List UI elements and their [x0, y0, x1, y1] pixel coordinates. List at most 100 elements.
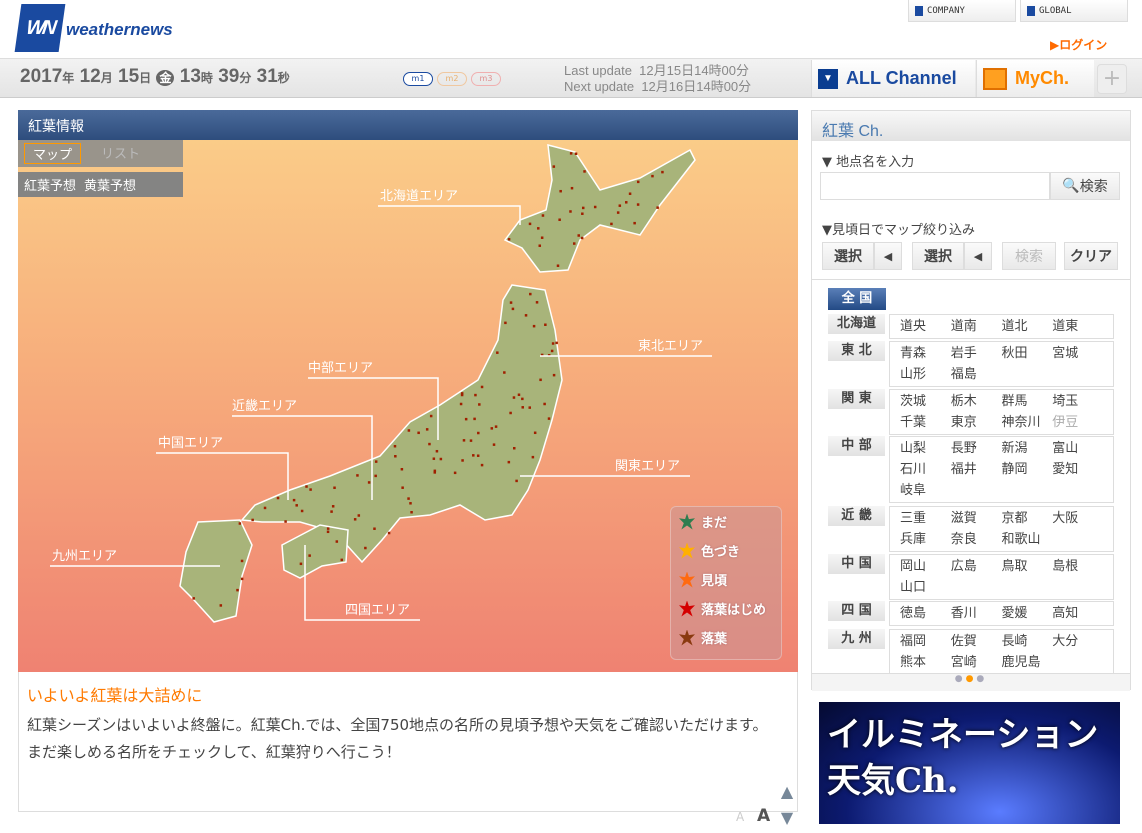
spot-marker[interactable] — [364, 546, 367, 550]
spot-marker[interactable] — [356, 474, 359, 477]
spot-marker[interactable] — [240, 559, 244, 563]
mode-m1-button[interactable]: m1 — [403, 72, 433, 86]
spot-marker[interactable] — [524, 314, 528, 317]
mych-button[interactable]: MyCh. — [976, 60, 1094, 97]
spot-marker[interactable] — [552, 165, 556, 168]
spot-marker[interactable] — [492, 443, 496, 446]
spot-marker[interactable] — [464, 417, 468, 421]
prefecture-link[interactable]: 兵庫 — [900, 529, 951, 550]
spot-marker[interactable] — [535, 301, 539, 304]
prefecture-link[interactable]: 広島 — [951, 556, 1002, 577]
spot-marker[interactable] — [625, 201, 628, 204]
prefecture-link[interactable]: 長野 — [951, 438, 1002, 459]
spot-marker[interactable] — [628, 192, 632, 195]
spot-marker[interactable] — [572, 242, 576, 245]
spot-marker[interactable] — [461, 459, 464, 462]
scroll-up-button[interactable]: ▲ — [777, 782, 797, 802]
area-label[interactable]: 中部エリア — [308, 361, 373, 376]
prefecture-link[interactable]: 石川 — [900, 459, 951, 480]
prefecture-link[interactable]: 島根 — [1052, 556, 1103, 577]
spot-marker[interactable] — [581, 206, 585, 210]
island-kyushu[interactable] — [179, 519, 253, 623]
spot-marker[interactable] — [480, 385, 484, 389]
spot-marker[interactable] — [428, 442, 431, 446]
spot-marker[interactable] — [541, 214, 545, 217]
prefecture-link[interactable]: 道央 — [900, 316, 951, 337]
spot-marker[interactable] — [367, 481, 371, 484]
spot-marker[interactable] — [490, 427, 494, 430]
spot-marker[interactable] — [496, 351, 499, 354]
prefecture-link[interactable]: 和歌山 — [1002, 529, 1053, 550]
spot-marker[interactable] — [299, 562, 303, 566]
spot-marker[interactable] — [552, 373, 556, 377]
spot-marker[interactable] — [460, 392, 464, 395]
spot-marker[interactable] — [476, 454, 480, 457]
spot-marker[interactable] — [439, 457, 443, 461]
filter-search-button[interactable]: 検索 — [1002, 242, 1056, 270]
illumination-banner[interactable]: イルミネーション 天気Ch. — [819, 702, 1120, 824]
spot-marker[interactable] — [407, 429, 411, 432]
font-large-button[interactable]: A — [757, 806, 770, 826]
region-header[interactable]: 北海道 — [828, 314, 885, 334]
spot-marker[interactable] — [474, 393, 477, 397]
prefecture-link[interactable]: 宮崎 — [951, 652, 1002, 673]
spot-marker[interactable] — [417, 431, 420, 435]
prefecture-link[interactable]: 岩手 — [951, 343, 1002, 364]
spot-marker[interactable] — [513, 446, 516, 450]
spot-marker[interactable] — [529, 292, 532, 296]
prefecture-link[interactable]: 徳島 — [900, 603, 951, 624]
spot-marker[interactable] — [473, 417, 476, 421]
prefecture-link[interactable]: 熊本 — [900, 652, 951, 673]
island-honshu[interactable] — [240, 284, 563, 564]
area-label[interactable]: 近畿エリア — [232, 399, 297, 414]
region-header[interactable]: 中 部 — [828, 436, 885, 456]
spot-marker[interactable] — [480, 463, 484, 467]
spot-marker[interactable] — [555, 341, 558, 345]
clear-button[interactable]: クリア — [1064, 242, 1118, 270]
company-link[interactable]: COMPANY — [908, 0, 1016, 22]
spot-marker[interactable] — [656, 206, 659, 209]
spot-marker[interactable] — [393, 444, 397, 448]
prefecture-link[interactable]: 愛媛 — [1002, 603, 1053, 624]
start-date-prev-button[interactable]: ◀ — [874, 242, 902, 270]
prefecture-link[interactable]: 千葉 — [900, 412, 951, 433]
spot-marker[interactable] — [528, 406, 531, 409]
spot-marker[interactable] — [494, 425, 498, 428]
spot-marker[interactable] — [335, 540, 339, 543]
spot-marker[interactable] — [409, 502, 412, 505]
spot-marker[interactable] — [570, 186, 574, 190]
spot-marker[interactable] — [538, 244, 542, 247]
font-small-button[interactable]: A — [736, 810, 744, 824]
prefecture-link[interactable]: 愛知 — [1052, 459, 1103, 480]
spot-marker[interactable] — [240, 577, 244, 581]
prefecture-link[interactable]: 道北 — [1002, 316, 1053, 337]
spot-marker[interactable] — [512, 396, 516, 399]
prefecture-link[interactable]: 大阪 — [1052, 508, 1103, 529]
spot-marker[interactable] — [633, 221, 636, 225]
location-search-input[interactable] — [820, 172, 1050, 200]
mode-m3-button[interactable]: m3 — [471, 72, 501, 86]
spot-marker[interactable] — [478, 403, 481, 406]
prefecture-link[interactable]: 三重 — [900, 508, 951, 529]
prefecture-link[interactable]: 福井 — [951, 459, 1002, 480]
prefecture-link[interactable]: 山梨 — [900, 438, 951, 459]
tab-koyo-forecast[interactable]: 紅葉予想 — [24, 175, 76, 194]
spot-marker[interactable] — [219, 604, 223, 607]
prefecture-link[interactable]: 鹿児島 — [1002, 652, 1053, 673]
island-shikoku[interactable] — [281, 524, 349, 579]
spot-marker[interactable] — [330, 510, 333, 513]
spot-marker[interactable] — [326, 527, 330, 530]
prefecture-link[interactable]: 福島 — [951, 364, 1002, 385]
spot-marker[interactable] — [357, 514, 361, 517]
prefecture-link[interactable]: 青森 — [900, 343, 951, 364]
spot-marker[interactable] — [477, 431, 480, 435]
spot-marker[interactable] — [532, 324, 536, 328]
start-date-select[interactable]: 選択 — [822, 242, 874, 270]
region-all-button[interactable]: 全 国 — [828, 288, 886, 310]
spot-marker[interactable] — [236, 588, 239, 592]
spot-marker[interactable] — [326, 530, 330, 534]
spot-marker[interactable] — [401, 486, 404, 489]
area-label[interactable]: 関東エリア — [615, 458, 680, 474]
prefecture-link[interactable]: 富山 — [1052, 438, 1103, 459]
spot-marker[interactable] — [504, 321, 507, 325]
